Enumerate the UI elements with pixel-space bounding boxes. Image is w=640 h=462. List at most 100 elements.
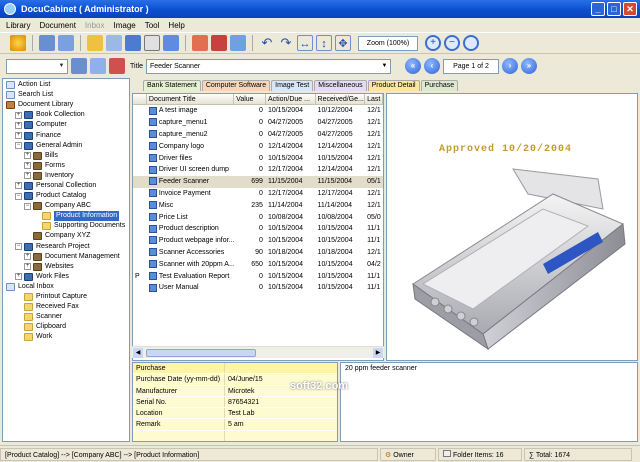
collapse-icon[interactable]: − [15,142,22,150]
tree-item[interactable]: Received Fax [3,302,129,312]
close-button[interactable]: ✕ [623,2,637,16]
zoom-fit-icon[interactable] [463,35,479,51]
tree-item[interactable]: + Work Files [3,272,129,282]
category-tab[interactable]: Miscellaneous [314,80,367,91]
zoom-out-icon[interactable]: − [444,35,460,51]
document-list[interactable]: Document Title Value Action/Due ... Rece… [132,93,384,361]
rotate-left-icon[interactable]: ↶ [259,35,275,51]
scroll-left-icon[interactable]: ◀ [133,348,143,358]
expand-icon[interactable]: + [24,263,31,271]
tree-item[interactable]: Local Inbox [3,282,129,292]
document-row[interactable]: Feeder Scanner 699 11/15/2004 11/15/2004 05/… [133,175,383,188]
tree-item[interactable]: Clipboard [3,322,129,332]
menu-library[interactable]: Library [6,21,30,30]
property-value[interactable]: 87654321 [225,396,337,408]
tree-item[interactable]: Product Information [3,211,129,222]
tree-item[interactable]: + Bills [3,151,129,161]
document-row[interactable]: Scanner with 20ppm A... 650 10/15/2004 10/1… [133,258,383,270]
filter-combo[interactable]: ▼ [6,58,68,74]
column-header[interactable]: Action/Due ... [266,94,316,104]
tree-item[interactable]: Supporting Documents [3,221,129,231]
open-folder-icon[interactable] [87,35,103,51]
property-row[interactable] [133,430,337,441]
document-row[interactable]: Product webpage infor... 0 10/15/2004 10/15… [133,235,383,247]
document-row[interactable]: P Test Evaluation Report 0 10/15/2004 10/15/… [133,270,383,282]
expand-icon[interactable]: + [24,172,31,180]
document-row[interactable]: Misc 235 11/14/2004 11/14/2004 12/1 [133,199,383,211]
property-row[interactable]: Remark 5 am [133,419,337,431]
property-value[interactable]: 5 am [225,419,337,430]
column-header[interactable]: Value [234,94,266,104]
expand-icon[interactable]: + [15,273,22,281]
document-row[interactable]: capture_menu2 0 04/27/2005 04/27/2005 12/1 [133,129,383,141]
tree-item[interactable]: − Company ABC [3,201,129,211]
property-value[interactable] [225,430,337,441]
search-icon[interactable] [71,58,87,74]
tree-item[interactable]: + Book Collection [3,110,129,120]
tree-item[interactable]: + Document Management [3,252,129,262]
tree-item[interactable]: Search List [3,90,129,100]
horizontal-scrollbar[interactable]: ◀ ▶ [132,346,384,358]
next-page-button[interactable]: › [501,58,518,74]
scroll-thumb[interactable] [146,349,256,357]
fit-height-icon[interactable]: ↕ [316,35,332,51]
tree-item[interactable]: Company XYZ [3,231,129,241]
fit-width-icon[interactable]: ↔ [297,35,313,51]
first-page-button[interactable]: « [404,58,421,74]
key-icon[interactable] [10,35,26,51]
property-value[interactable]: Test Lab [225,408,337,419]
title-field[interactable]: Feeder Scanner ▼ [145,58,391,74]
tree-item[interactable]: + Forms [3,161,129,171]
document-icon[interactable] [58,35,74,51]
category-tab[interactable]: Image Test [271,80,314,91]
import-icon[interactable] [192,35,208,51]
collapse-icon[interactable]: − [15,192,22,200]
category-tab[interactable]: Computer Software [201,80,271,91]
property-row[interactable]: Purchase [133,363,337,375]
notes-panel[interactable]: 20 ppm feeder scanner [340,362,638,442]
column-header[interactable]: Received/Ge... [316,94,366,104]
expand-icon[interactable]: + [15,121,22,129]
category-tab[interactable]: Bank Statement [143,80,201,91]
menu-image[interactable]: Image [114,21,136,30]
tree-item[interactable]: − Product Catalog [3,191,129,201]
tree-item[interactable]: − General Admin [3,141,129,151]
expand-icon[interactable]: + [24,152,31,160]
menu-document[interactable]: Document [39,21,75,30]
menu-tool[interactable]: Tool [145,21,160,30]
collapse-icon[interactable]: − [15,243,22,251]
rotate-right-icon[interactable]: ↷ [278,35,294,51]
menu-help[interactable]: Help [168,21,184,30]
document-row[interactable]: Driver files 0 10/15/2004 10/15/2004 12/1 [133,152,383,164]
expand-icon[interactable]: + [15,132,22,140]
image-preview[interactable]: Approved 10/20/2004 [386,93,638,361]
category-tab[interactable]: Product Detail [367,80,420,91]
document-row[interactable]: Price List 0 10/08/2004 10/08/2004 05/0 [133,211,383,223]
tree-item[interactable]: + Computer [3,120,129,130]
tree-item[interactable]: + Personal Collection [3,181,129,191]
prev-page-button[interactable]: ‹ [423,58,440,74]
export-icon[interactable] [211,35,227,51]
document-row[interactable]: Company logo 0 12/14/2004 12/14/2004 12/1 [133,140,383,152]
document-row[interactable]: capture_menu1 0 04/27/2005 04/27/2005 12/1 [133,117,383,129]
tree-item[interactable]: Work [3,332,129,342]
tree-item[interactable]: − Research Project [3,242,129,252]
document-row[interactable]: Scanner Accessories 90 10/18/2004 10/18/200… [133,247,383,259]
tree-item[interactable]: Action List [3,80,129,90]
expand-icon[interactable]: + [24,253,31,261]
last-page-button[interactable]: » [520,58,537,74]
scan-icon[interactable] [106,35,122,51]
document-row[interactable]: Driver UI screen dump 0 12/17/2004 12/14/20… [133,164,383,176]
category-tab[interactable]: Purchase [420,80,459,91]
property-row[interactable]: Serial No. 87654321 [133,396,337,409]
property-value[interactable] [225,363,337,374]
fit-page-icon[interactable]: ✥ [335,35,351,51]
expand-icon[interactable]: + [15,111,22,119]
menu-inbox[interactable]: Inbox [85,21,105,30]
tree-item[interactable]: Document Library [3,100,129,110]
column-header[interactable]: Last [365,94,383,104]
zoom-in-icon[interactable]: + [425,35,441,51]
property-row[interactable]: Location Test Lab [133,408,337,420]
view-icon[interactable] [90,58,106,74]
table-icon[interactable] [163,35,179,51]
